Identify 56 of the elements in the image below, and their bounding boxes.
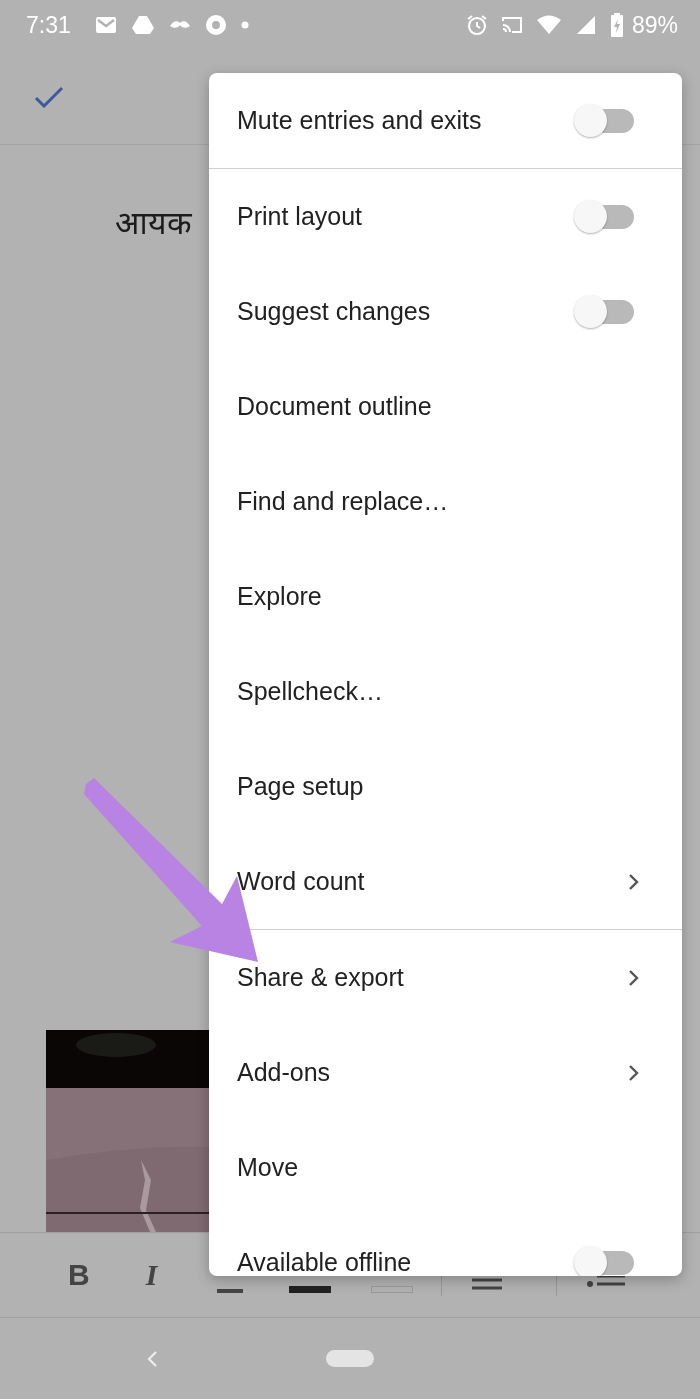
list-icon[interactable] (587, 1273, 626, 1287)
menu-item-label: Document outline (237, 392, 432, 421)
menu-item-label: Share & export (237, 963, 404, 992)
menu-item-label: Spellcheck… (237, 677, 383, 706)
toggle-switch[interactable] (572, 197, 636, 236)
menu-item[interactable]: Available offline (209, 1215, 682, 1276)
menu-item-label: Explore (237, 582, 322, 611)
menu-item-label: Mute entries and exits (237, 106, 482, 135)
battery-percent: 89% (631, 11, 678, 39)
toggle-switch[interactable] (572, 101, 636, 140)
highlight-icon[interactable] (371, 1286, 414, 1293)
menu-item-label: Word count (237, 867, 365, 896)
menu-item-label: Find and replace… (237, 487, 449, 516)
italic-button[interactable]: I (145, 1258, 158, 1292)
status-time: 7:31 (26, 11, 71, 39)
align-icon[interactable] (472, 1277, 505, 1291)
mustache-icon (168, 20, 191, 30)
check-icon[interactable] (34, 86, 64, 108)
battery-icon (609, 13, 624, 37)
menu-item[interactable]: Document outline (209, 359, 682, 454)
toggle-switch[interactable] (572, 1243, 636, 1276)
menu-item[interactable]: Mute entries and exits (209, 73, 682, 168)
menu-item[interactable]: Add-ons (209, 1025, 682, 1120)
home-button[interactable] (326, 1350, 374, 1367)
menu-item-label: Suggest changes (237, 297, 431, 326)
back-icon[interactable] (146, 1349, 158, 1368)
aperture-icon (204, 14, 227, 36)
cast-icon (501, 17, 522, 33)
signal-icon (575, 15, 596, 35)
wifi-icon (535, 15, 562, 35)
menu-item[interactable]: Share & export (209, 930, 682, 1025)
menu-item-label: Available offline (237, 1248, 412, 1276)
toggle-switch[interactable] (572, 292, 636, 331)
dot-icon (240, 21, 249, 29)
text-color-icon[interactable] (289, 1286, 332, 1293)
menu-item[interactable]: Explore (209, 549, 682, 644)
menu-item[interactable]: Word count (209, 834, 682, 929)
chevron-icon (628, 872, 640, 891)
document-title: आयक (115, 203, 192, 243)
menu-item[interactable]: Find and replace… (209, 454, 682, 549)
mail-icon (94, 16, 117, 34)
menu-item[interactable]: Spellcheck… (209, 644, 682, 739)
drive-icon (130, 15, 155, 35)
menu-item-label: Print layout (237, 202, 363, 231)
chevron-icon (628, 968, 640, 987)
menu-item[interactable]: Suggest changes (209, 264, 682, 359)
menu-item[interactable]: Print layout (209, 169, 682, 264)
chevron-icon (628, 1063, 640, 1082)
menu-item-label: Page setup (237, 772, 364, 801)
alarm-icon (465, 14, 488, 36)
menu-item-label: Move (237, 1153, 299, 1182)
bold-button[interactable]: B (68, 1258, 90, 1292)
underline-icon[interactable] (217, 1289, 244, 1293)
menu-item[interactable]: Move (209, 1120, 682, 1215)
menu-item[interactable]: Page setup (209, 739, 682, 834)
menu-item-label: Add-ons (237, 1058, 331, 1087)
